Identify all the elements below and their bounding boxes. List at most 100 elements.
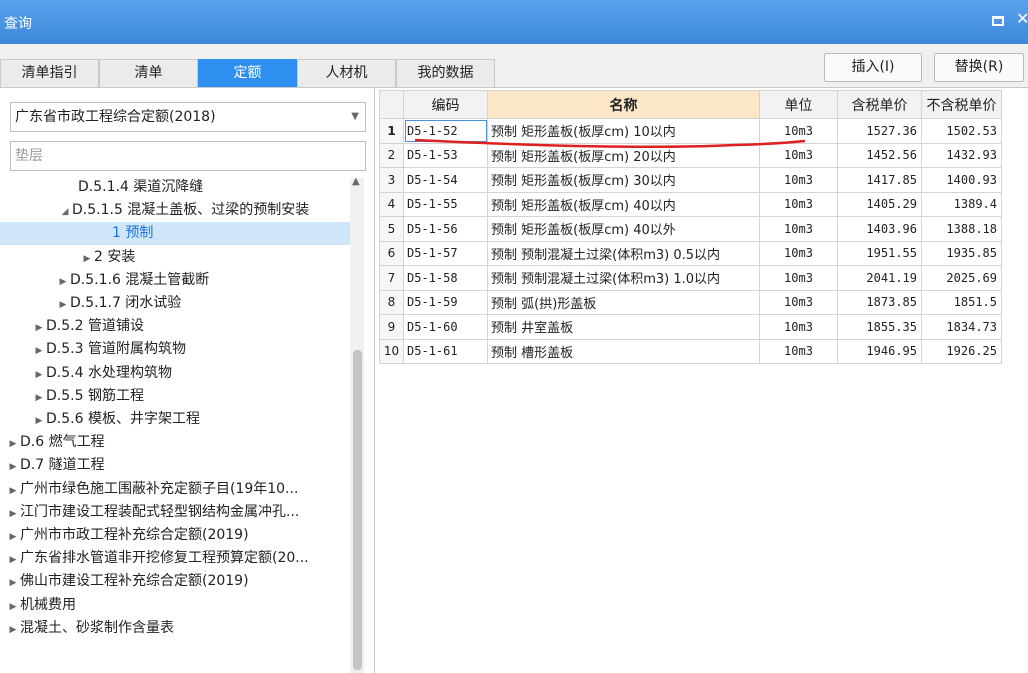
table-row[interactable]: 9 D5-1-60 预制 井室盖板 10m3 1855.35 1834.73 [379, 314, 1002, 340]
column-header-tax-price[interactable]: 含税单价 [837, 90, 922, 119]
tree-item[interactable]: ▶ D.7 隧道工程 [0, 454, 350, 477]
cell-notax-price[interactable]: 1400.93 [921, 167, 1002, 193]
tree-item[interactable]: ▶ D.5.2 管道铺设 [0, 315, 350, 338]
tree-item[interactable]: ▶ D.5.4 水处理构筑物 [0, 362, 350, 385]
cell-tax-price[interactable]: 1873.85 [837, 289, 922, 315]
table-row[interactable]: 1 D5-1-52 预制 矩形盖板(板厚cm) 10以内 10m3 1527.36 150… [379, 118, 1002, 144]
column-header-notax-price[interactable]: 不含税单价 [921, 90, 1002, 119]
cell-code[interactable]: D5-1-60 [403, 314, 488, 340]
maximize-icon[interactable] [992, 16, 1004, 26]
library-select[interactable]: 广东省市政工程综合定额(2018) ▼ [10, 102, 366, 132]
cell-tax-price[interactable]: 2041.19 [837, 265, 922, 291]
cell-code[interactable]: D5-1-53 [403, 142, 488, 168]
tree-item[interactable]: D.5.1.4 渠道沉降缝 [0, 176, 350, 199]
expand-toggle-icon[interactable]: ▶ [32, 387, 46, 408]
expand-toggle-icon[interactable]: ▶ [32, 410, 46, 431]
cell-unit[interactable]: 10m3 [759, 167, 838, 193]
cell-notax-price[interactable]: 1432.93 [921, 142, 1002, 168]
row-number[interactable]: 3 [379, 167, 404, 193]
expand-toggle-icon[interactable]: ▶ [6, 480, 20, 501]
cell-tax-price[interactable]: 1452.56 [837, 142, 922, 168]
expand-toggle-icon[interactable]: ▶ [56, 294, 70, 315]
expand-toggle-icon[interactable]: ◢ [58, 201, 72, 222]
cell-name[interactable]: 预制 槽形盖板 [487, 338, 760, 364]
cell-notax-price[interactable]: 1388.18 [921, 216, 1002, 242]
cell-tax-price[interactable]: 1855.35 [837, 314, 922, 340]
table-row[interactable]: 10 D5-1-61 预制 槽形盖板 10m3 1946.95 1926.25 [379, 338, 1002, 364]
cell-notax-price[interactable]: 1502.53 [921, 118, 1002, 144]
cell-name[interactable]: 预制 矩形盖板(板厚cm) 40以内 [487, 191, 760, 217]
cell-name[interactable]: 预制 预制混凝土过梁(体积m3) 0.5以内 [487, 240, 760, 266]
tree-item[interactable]: ▶ D.5.1.7 闭水试验 [0, 292, 350, 315]
cell-code[interactable]: D5-1-58 [403, 265, 488, 291]
tab-bill-guide[interactable]: 清单指引 [0, 59, 99, 88]
close-icon[interactable]: ✕ [1016, 9, 1028, 28]
cell-notax-price[interactable]: 1926.25 [921, 338, 1002, 364]
cell-notax-price[interactable]: 1834.73 [921, 314, 1002, 340]
cell-notax-price[interactable]: 1851.5 [921, 289, 1002, 315]
cell-unit[interactable]: 10m3 [759, 265, 838, 291]
table-row[interactable]: 8 D5-1-59 预制 弧(拱)形盖板 10m3 1873.85 1851.5 [379, 289, 1002, 315]
tab-quota[interactable]: 定额 [198, 59, 297, 88]
cell-notax-price[interactable]: 1935.85 [921, 240, 1002, 266]
cell-unit[interactable]: 10m3 [759, 191, 838, 217]
expand-toggle-icon[interactable]: ▶ [32, 340, 46, 361]
expand-toggle-icon[interactable]: ▶ [56, 271, 70, 292]
expand-toggle-icon[interactable]: ▶ [32, 317, 46, 338]
expand-toggle-icon[interactable]: ▶ [6, 572, 20, 593]
tree-item[interactable]: ▶ 佛山市建设工程补充综合定额(2019) [0, 570, 350, 593]
cell-notax-price[interactable]: 2025.69 [921, 265, 1002, 291]
cell-unit[interactable]: 10m3 [759, 314, 838, 340]
expand-toggle-icon[interactable]: ▶ [6, 503, 20, 524]
cell-name[interactable]: 预制 弧(拱)形盖板 [487, 289, 760, 315]
tree-item[interactable]: ▶ 江门市建设工程装配式轻型钢结构金属冲孔... [0, 501, 350, 524]
expand-toggle-icon[interactable]: ▶ [6, 549, 20, 570]
tab-my-data[interactable]: 我的数据 [396, 59, 495, 88]
expand-toggle-icon[interactable]: ▶ [6, 596, 20, 617]
column-header-name[interactable]: 名称 [487, 90, 760, 119]
cell-name[interactable]: 预制 预制混凝土过梁(体积m3) 1.0以内 [487, 265, 760, 291]
table-row[interactable]: 4 D5-1-55 预制 矩形盖板(板厚cm) 40以内 10m3 1405.29 138… [379, 191, 1002, 217]
cell-code[interactable]: D5-1-57 [403, 240, 488, 266]
cell-name[interactable]: 预制 井室盖板 [487, 314, 760, 340]
cell-code[interactable]: D5-1-52 [403, 118, 488, 144]
row-number[interactable]: 5 [379, 216, 404, 242]
row-number[interactable]: 9 [379, 314, 404, 340]
cell-name[interactable]: 预制 矩形盖板(板厚cm) 40以外 [487, 216, 760, 242]
cell-tax-price[interactable]: 1951.55 [837, 240, 922, 266]
row-number[interactable]: 8 [379, 289, 404, 315]
cell-code[interactable]: D5-1-54 [403, 167, 488, 193]
scroll-up-icon[interactable]: ▲ [352, 176, 360, 187]
table-row[interactable]: 2 D5-1-53 预制 矩形盖板(板厚cm) 20以内 10m3 1452.56 143… [379, 142, 1002, 168]
row-number[interactable]: 2 [379, 142, 404, 168]
cell-code[interactable]: D5-1-59 [403, 289, 488, 315]
cell-tax-price[interactable]: 1417.85 [837, 167, 922, 193]
search-input[interactable]: 垫层 [10, 141, 366, 171]
row-number[interactable]: 4 [379, 191, 404, 217]
tab-labor-material-machine[interactable]: 人材机 [297, 59, 396, 88]
tree-item[interactable]: ▶ 机械费用 [0, 594, 350, 617]
row-number[interactable]: 7 [379, 265, 404, 291]
column-header-code[interactable]: 编码 [403, 90, 488, 119]
replace-button[interactable]: 替换(R) [934, 53, 1024, 82]
expand-toggle-icon[interactable]: ▶ [80, 248, 94, 269]
cell-unit[interactable]: 10m3 [759, 240, 838, 266]
cell-name[interactable]: 预制 矩形盖板(板厚cm) 10以内 [487, 118, 760, 144]
table-row[interactable]: 6 D5-1-57 预制 预制混凝土过梁(体积m3) 0.5以内 10m3 1951.5… [379, 240, 1002, 266]
expand-toggle-icon[interactable]: ▶ [6, 433, 20, 454]
row-number[interactable]: 1 [379, 118, 404, 144]
cell-code[interactable]: D5-1-56 [403, 216, 488, 242]
column-header-unit[interactable]: 单位 [759, 90, 838, 119]
cell-tax-price[interactable]: 1946.95 [837, 338, 922, 364]
table-row[interactable]: 3 D5-1-54 预制 矩形盖板(板厚cm) 30以内 10m3 1417.85 140… [379, 167, 1002, 193]
tree-item[interactable]: ▶ 混凝土、砂浆制作含量表 [0, 617, 350, 640]
expand-toggle-icon[interactable]: ▶ [32, 364, 46, 385]
tree-item[interactable]: ◢ D.5.1.5 混凝土盖板、过梁的预制安装 [0, 199, 350, 222]
cell-unit[interactable]: 10m3 [759, 338, 838, 364]
table-row[interactable]: 7 D5-1-58 预制 预制混凝土过梁(体积m3) 1.0以内 10m3 2041.1… [379, 265, 1002, 291]
cell-unit[interactable]: 10m3 [759, 142, 838, 168]
cell-unit[interactable]: 10m3 [759, 118, 838, 144]
expand-toggle-icon[interactable]: ▶ [6, 456, 20, 477]
tree-item[interactable]: ▶ D.5.5 钢筋工程 [0, 385, 350, 408]
row-number[interactable]: 6 [379, 240, 404, 266]
